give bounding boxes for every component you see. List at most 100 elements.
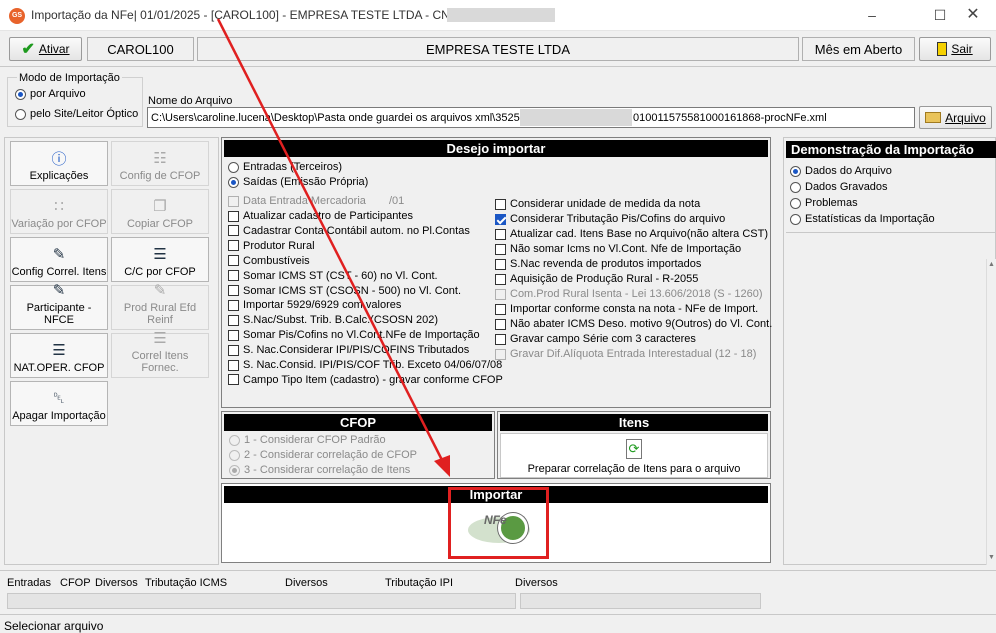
demo-option-problemas[interactable]: Problemas xyxy=(790,197,858,209)
radio-icon xyxy=(15,88,26,100)
demo-option-dados-gravados[interactable]: Dados Gravados xyxy=(790,181,888,193)
cfop-option-2[interactable]: 2 - Considerar correlação de CFOP xyxy=(229,449,417,461)
file-path-suffix: 010011575581000161868-procNFe.xml xyxy=(633,112,827,124)
tab-diversos-3[interactable]: Diversos xyxy=(515,577,558,589)
copy-icon: ❐ xyxy=(153,198,167,215)
importar-highlight-box xyxy=(448,487,549,559)
right-checkbox-3[interactable]: Não somar Icms no Vl.Cont. Nfe de Import… xyxy=(495,243,741,255)
left-checkbox-1[interactable]: Cadastrar Conta Contábil autom. no Pl.Co… xyxy=(228,225,470,237)
sidebar-button-9[interactable]: ☰ Correl Itens Fornec. xyxy=(111,330,209,378)
left-checkbox-0[interactable]: Atualizar cadastro de Participantes xyxy=(228,210,413,222)
radio-icon xyxy=(229,449,240,461)
demo-option-dados-arquivo[interactable]: Dados do Arquivo xyxy=(790,165,892,177)
demo-header: Demonstração da Importação xyxy=(786,141,996,158)
demo-scrollbar[interactable]: ▲ ▼ xyxy=(986,259,996,565)
left-checkbox-7[interactable]: S.Nac/Subst. Trib. B.Calc.(CSOSN 202) xyxy=(228,314,438,326)
sidebar-button-label: Config Correl. Itens xyxy=(11,266,107,278)
left-checkbox-8[interactable]: Somar Pis/Cofins no Vl.Cont.NFe de Impor… xyxy=(228,329,480,341)
sidebar-button-10[interactable]: ␡ Apagar Importação xyxy=(10,381,108,426)
checkbox-icon xyxy=(495,198,506,210)
sidebar-button-label: Copiar CFOP xyxy=(126,218,194,230)
saidas-radio[interactable]: Saídas (Emissão Própria) xyxy=(228,176,368,188)
right-checkbox-7[interactable]: Importar conforme consta na nota - NFe d… xyxy=(495,303,758,315)
radio-icon xyxy=(228,176,239,188)
right-checkbox-5[interactable]: Aquisição de Produção Rural - R-2055 xyxy=(495,273,698,285)
right-checkbox-10[interactable]: Gravar Dif.Alíquota Entrada Interestadua… xyxy=(495,348,756,360)
tab-cfop[interactable]: CFOP xyxy=(60,577,91,589)
sidebar-button-5[interactable]: ☰ C/C por CFOP xyxy=(111,237,209,282)
sidebar-button-label: Apagar Importação xyxy=(12,410,106,422)
tab-tributacao-ipi[interactable]: Tributação IPI xyxy=(385,577,453,589)
left-checkbox-11[interactable]: Campo Tipo Item (cadastro) - gravar conf… xyxy=(228,374,503,386)
sidebar-button-4[interactable]: ✎ Config Correl. Itens xyxy=(10,237,108,282)
import-mode-file-radio[interactable]: por Arquivo xyxy=(15,88,86,100)
right-checkbox-9[interactable]: Gravar campo Série com 3 caracteres xyxy=(495,333,696,345)
folder-open-icon xyxy=(925,112,942,123)
checkbox-icon xyxy=(495,258,506,270)
window-title: Importação da NFe| 01/01/2025 - [CAROL10… xyxy=(31,8,468,22)
tab-diversos-2[interactable]: Diversos xyxy=(285,577,328,589)
left-checkbox-6[interactable]: Importar 5929/6929 com valores xyxy=(228,299,401,311)
right-checkbox-4[interactable]: S.Nac revenda de produtos importados xyxy=(495,258,701,270)
sidebar-button-label: Variação por CFOP xyxy=(11,218,107,230)
sidebar-button-3[interactable]: ❐ Copiar CFOP xyxy=(111,189,209,234)
sidebar-button-label: NAT.OPER. CFOP xyxy=(13,362,105,374)
sidebar-button-0[interactable]: ⓘ Explicações xyxy=(10,141,108,186)
file-path-input[interactable]: C:\Users\caroline.lucena\Desktop\Pasta o… xyxy=(147,107,915,128)
demo-option-estatisticas[interactable]: Estatísticas da Importação xyxy=(790,213,935,225)
cfop-option-1[interactable]: 1 - Considerar CFOP Padrão xyxy=(229,434,386,446)
minimize-icon[interactable]: – xyxy=(849,0,895,30)
bottom-divider xyxy=(0,570,996,571)
file-path-prefix: C:\Users\caroline.lucena\Desktop\Pasta o… xyxy=(151,112,520,124)
sidebar-button-2[interactable]: ∷ Variação por CFOP xyxy=(10,189,108,234)
activate-button[interactable]: ✔ Ativar xyxy=(9,37,82,61)
checkbox-icon xyxy=(495,243,506,255)
sidebar-button-6[interactable]: ✎ Participante - NFCE xyxy=(10,282,108,330)
list-icon: ☰ xyxy=(52,342,66,359)
sidebar-button-label: Explicações xyxy=(29,170,89,182)
checkbox-icon xyxy=(228,210,239,222)
list-icon: ☰ xyxy=(153,246,167,263)
exit-button[interactable]: Sair xyxy=(919,37,991,61)
checkbox-icon xyxy=(495,333,506,345)
file-browse-button[interactable]: Arquivo xyxy=(919,106,992,129)
exit-door-icon xyxy=(937,42,948,56)
close-icon[interactable]: ✕ xyxy=(950,0,996,30)
right-checkbox-1[interactable]: Considerar Tributação Pis/Cofins do arqu… xyxy=(495,213,725,225)
tab-tributacao-icms[interactable]: Tributação ICMS xyxy=(145,577,227,589)
right-checkbox-2[interactable]: Atualizar cad. Itens Base no Arquivo(não… xyxy=(495,228,768,240)
prepare-items-button[interactable]: ⟳ Preparar correlação de Itens para o ar… xyxy=(500,433,768,478)
import-mode-site-radio[interactable]: pelo Site/Leitor Óptico xyxy=(15,108,138,120)
sidebar-button-8[interactable]: ☰ NAT.OPER. CFOP xyxy=(10,333,108,378)
left-checkbox-3[interactable]: Combustíveis xyxy=(228,255,310,267)
checkbox-icon xyxy=(495,273,506,285)
right-checkbox-8[interactable]: Não abater ICMS Deso. motivo 9(Outros) d… xyxy=(495,318,772,330)
cfop-option-3[interactable]: 3 - Considerar correlação de Itens xyxy=(229,464,410,476)
checkbox-icon xyxy=(228,344,239,356)
right-checkbox-6[interactable]: Com.Prod Rural Isenta - Lei 13.606/2018 … xyxy=(495,288,763,300)
left-checkbox-4[interactable]: Somar ICMS ST (CST - 60) no Vl. Cont. xyxy=(228,270,438,282)
scroll-up-icon[interactable]: ▲ xyxy=(988,261,995,268)
scroll-down-icon[interactable]: ▼ xyxy=(988,554,995,561)
left-checkbox-9[interactable]: S. Nac.Considerar IPI/PIS/COFINS Tributa… xyxy=(228,344,469,356)
sidebar-button-label: Prod Rural Efd Reinf xyxy=(123,302,197,326)
trash-icon: ␡ xyxy=(52,389,65,407)
sidebar-button-7[interactable]: ✎ Prod Rural Efd Reinf xyxy=(111,282,209,330)
toolbar-divider xyxy=(0,66,996,67)
left-checkbox-5[interactable]: Somar ICMS ST (CSOSN - 500) no Vl. Cont. xyxy=(228,285,461,297)
left-checkbox-10[interactable]: S. Nac.Consid. IPI/PIS/COF Trib. Exceto … xyxy=(228,359,502,371)
right-checkbox-0[interactable]: Considerar unidade de medida da nota xyxy=(495,198,700,210)
left-checkbox-2[interactable]: Produtor Rural xyxy=(228,240,315,252)
title-bar: GS Importação da NFe| 01/01/2025 - [CARO… xyxy=(0,0,996,31)
exit-label: Sair xyxy=(951,42,973,56)
tab-diversos-1[interactable]: Diversos xyxy=(95,577,138,589)
radio-icon xyxy=(790,197,801,209)
import-mode-legend: Modo de Importação xyxy=(17,72,122,84)
month-status-field: Mês em Aberto xyxy=(802,37,915,61)
tab-entradas[interactable]: Entradas xyxy=(7,577,51,589)
checkbox-icon xyxy=(228,314,239,326)
entradas-radio[interactable]: Entradas (Terceiros) xyxy=(228,161,342,173)
file-name-label: Nome do Arquivo xyxy=(148,95,233,107)
status-text: Selecionar arquivo xyxy=(4,619,104,633)
sidebar-button-1[interactable]: ☷ Config de CFOP xyxy=(111,141,209,186)
